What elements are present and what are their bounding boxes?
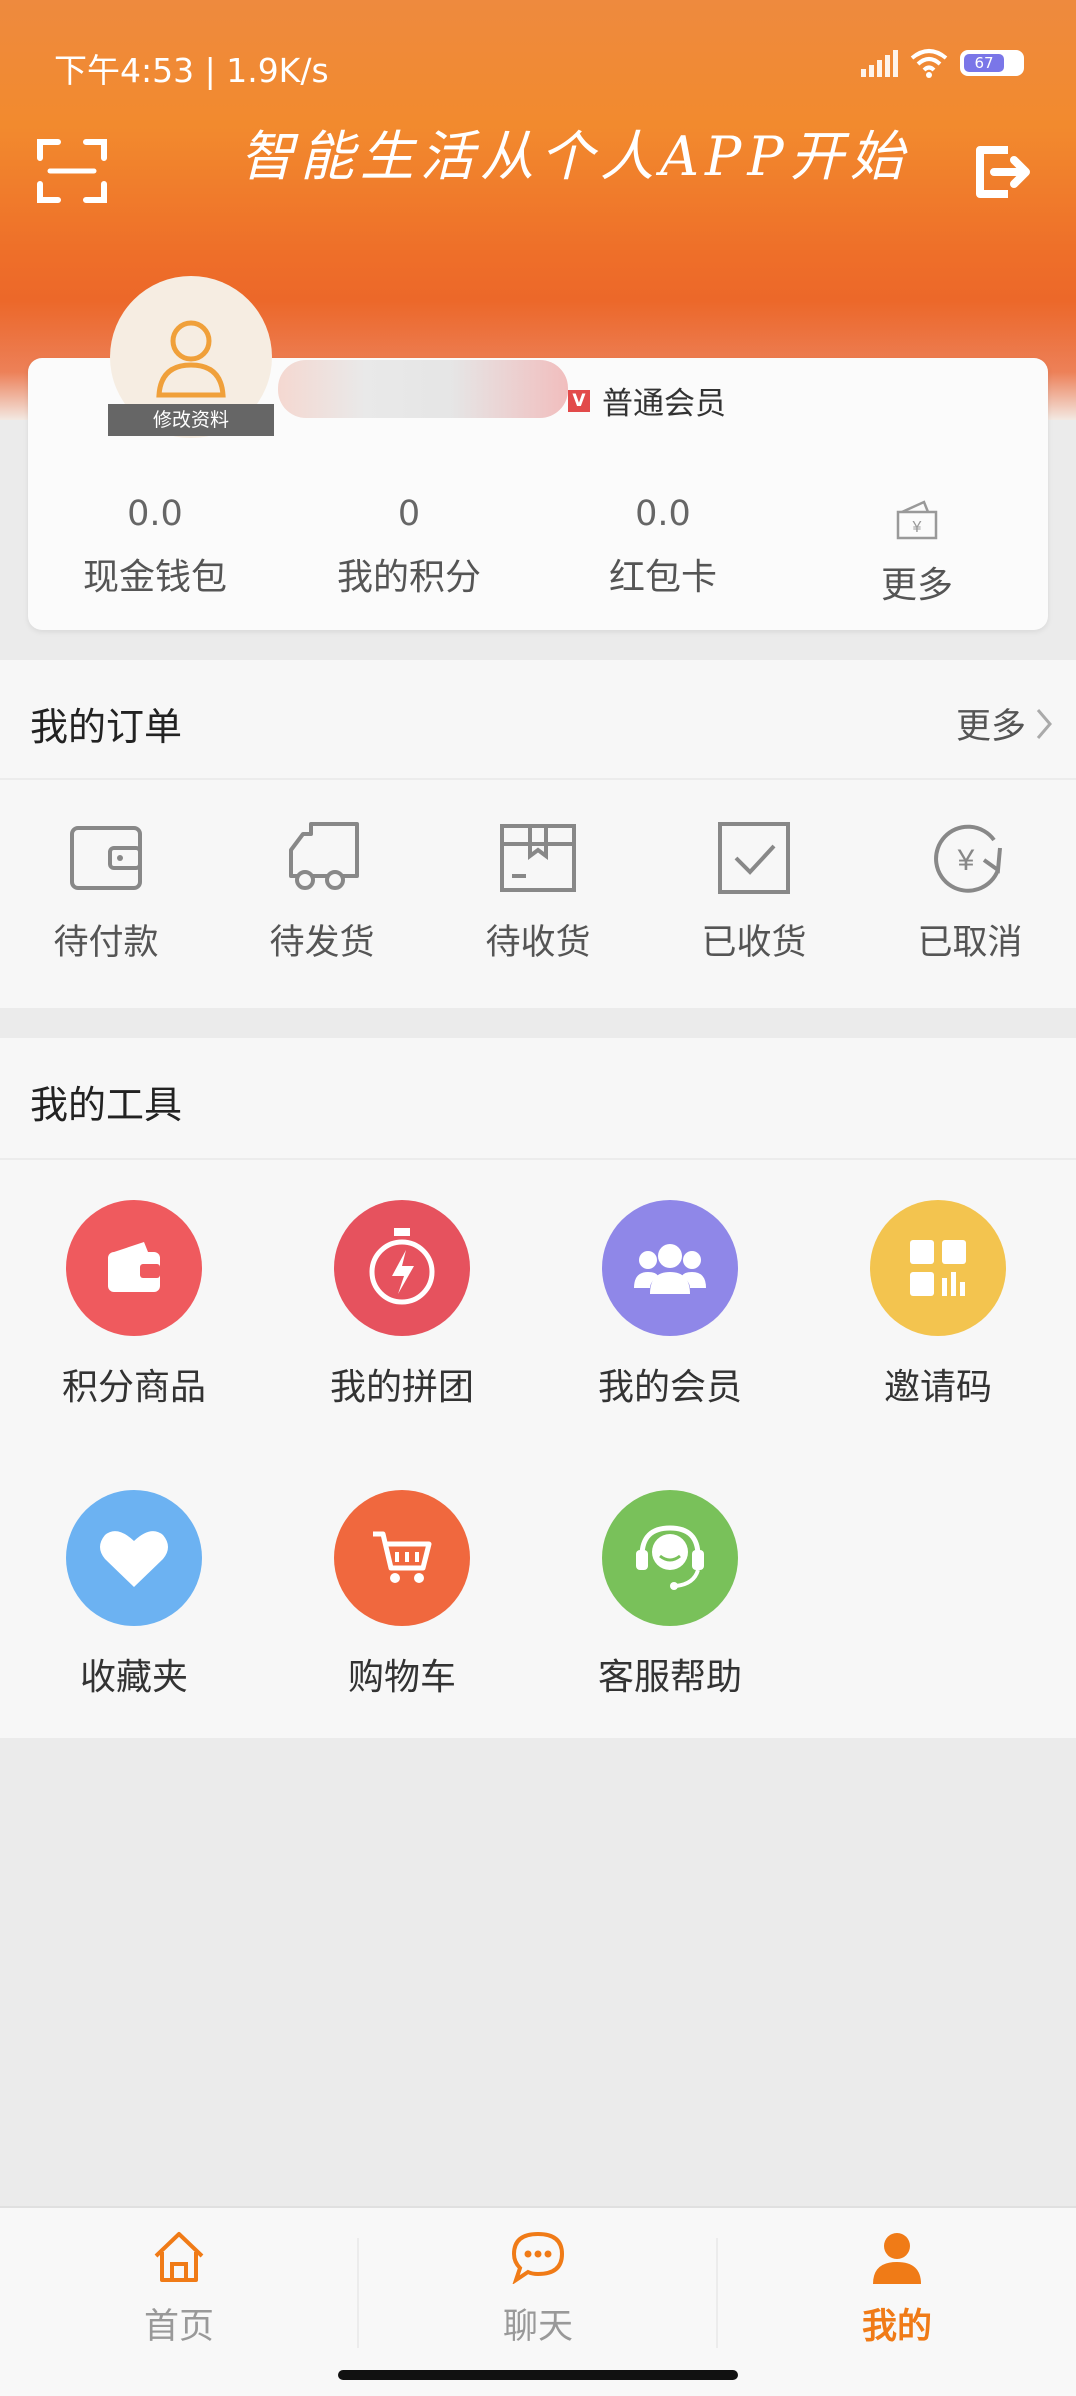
- signal-icon: [861, 49, 898, 77]
- points-goods-icon: [66, 1200, 202, 1336]
- username-blurred: [278, 360, 568, 418]
- tool-label: 收藏夹: [79, 1657, 188, 1698]
- tool-label: 客服帮助: [597, 1657, 742, 1698]
- order-label: 已收货: [701, 923, 807, 963]
- home-icon: [154, 2232, 204, 2282]
- group-icon: [602, 1200, 738, 1336]
- order-cancelled[interactable]: ¥ 已取消: [870, 820, 1070, 965]
- chevron-right-icon: [1036, 708, 1052, 739]
- order-label: 待付款: [53, 923, 159, 963]
- user-icon: [156, 320, 226, 398]
- order-label: 已取消: [917, 923, 1023, 963]
- tool-label: 我的拼团: [329, 1367, 474, 1408]
- wallet-icon: [70, 826, 142, 890]
- tool-my-members[interactable]: 我的会员: [560, 1200, 780, 1410]
- orders-title: 我的订单: [30, 705, 183, 749]
- order-pending-shipment[interactable]: 待发货: [222, 820, 422, 965]
- svg-text:¥: ¥: [912, 519, 922, 536]
- stat-red-packet-card[interactable]: 0.0 红包卡: [536, 494, 790, 600]
- stat-label: 我的积分: [336, 557, 481, 598]
- order-pending-payment[interactable]: 待付款: [6, 820, 206, 965]
- truck-icon: [289, 822, 359, 890]
- logout-icon[interactable]: [970, 140, 1034, 204]
- stat-more[interactable]: ¥ 更多: [790, 498, 1044, 608]
- tool-label: 我的会员: [597, 1367, 742, 1408]
- tool-label: 积分商品: [61, 1367, 206, 1408]
- divider: [0, 1158, 1076, 1160]
- tool-shopping-cart[interactable]: 购物车: [292, 1490, 512, 1700]
- member-level: V 普通会员: [568, 378, 726, 423]
- tool-group-buy[interactable]: 我的拼团: [292, 1200, 512, 1410]
- stat-label: 更多: [880, 565, 953, 606]
- nav-label: 我的: [861, 2307, 932, 2347]
- person-icon: [873, 2233, 921, 2284]
- divider: [0, 778, 1076, 780]
- stat-value: 0.0: [635, 494, 691, 534]
- wifi-icon: [910, 49, 948, 78]
- edit-profile-button[interactable]: 修改资料: [108, 404, 274, 436]
- tool-favorites[interactable]: 收藏夹: [24, 1490, 244, 1700]
- vip-badge: V: [568, 389, 590, 412]
- nav-label: 聊天: [502, 2307, 573, 2347]
- tools-section: 我的工具 积分商品 我的拼团 我的会员 邀请码 收藏夹 购物车 客服帮助: [0, 1038, 1076, 1738]
- tools-title: 我的工具: [30, 1083, 183, 1127]
- scan-icon[interactable]: [36, 136, 108, 206]
- tool-customer-service[interactable]: 客服帮助: [560, 1490, 780, 1700]
- orders-more-link[interactable]: 更多: [956, 698, 1054, 749]
- stat-label: 现金钱包: [82, 557, 227, 598]
- stat-value: 0.0: [127, 494, 183, 534]
- home-indicator[interactable]: [338, 2370, 738, 2380]
- battery-icon: 67: [960, 50, 1024, 76]
- nav-home[interactable]: 首页: [0, 2230, 358, 2349]
- orders-section: 我的订单 更多 待付款 待发货 待收货 已收货 ¥ 已取消: [0, 660, 1076, 1008]
- tool-invite-code[interactable]: 邀请码: [828, 1200, 1048, 1410]
- headset-icon: [602, 1490, 738, 1626]
- tool-points-goods[interactable]: 积分商品: [24, 1200, 244, 1410]
- package-icon: [500, 824, 576, 892]
- nav-chat[interactable]: 聊天: [359, 2230, 717, 2349]
- heart-icon: [66, 1490, 202, 1626]
- status-bar: 下午4:53 | 1.9K/s 67: [54, 44, 1024, 90]
- stat-points[interactable]: 0 我的积分: [282, 494, 536, 600]
- chat-bubble-icon: [511, 2231, 565, 2285]
- nav-mine[interactable]: 我的: [718, 2230, 1076, 2349]
- order-received[interactable]: 已收货: [654, 820, 854, 965]
- tool-label: 购物车: [347, 1657, 456, 1698]
- header-slogan: 智能生活从个人APP开始: [240, 125, 910, 188]
- tool-label: 邀请码: [883, 1367, 992, 1408]
- check-box-icon: [718, 822, 790, 894]
- stat-cash-wallet[interactable]: 0.0 现金钱包: [28, 494, 282, 600]
- order-pending-receipt[interactable]: 待收货: [438, 820, 638, 965]
- stat-value: 0: [397, 494, 421, 534]
- orders-more-label: 更多: [955, 707, 1026, 747]
- order-label: 待收货: [485, 923, 591, 963]
- status-time-speed: 下午4:53 | 1.9K/s: [54, 51, 329, 90]
- stopwatch-lightning-icon: [334, 1200, 470, 1336]
- battery-level: 67: [964, 54, 1004, 72]
- qr-code-icon: [870, 1200, 1006, 1336]
- member-level-label: 普通会员: [602, 386, 726, 422]
- wallet-yen-icon: ¥: [896, 500, 938, 540]
- refund-yen-icon: ¥: [934, 824, 1002, 893]
- cart-icon: [334, 1490, 470, 1626]
- order-label: 待发货: [269, 923, 375, 963]
- bottom-nav: 首页 聊天 我的: [0, 2206, 1076, 2396]
- svg-text:¥: ¥: [957, 844, 975, 877]
- stat-label: 红包卡: [608, 557, 717, 598]
- nav-label: 首页: [143, 2307, 214, 2347]
